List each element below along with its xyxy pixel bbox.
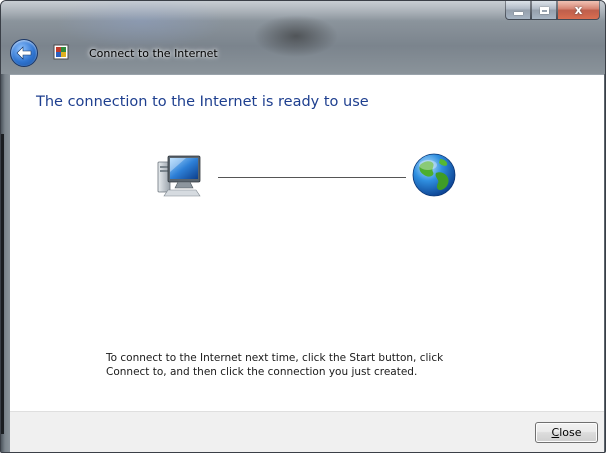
button-bar: Close — [10, 411, 604, 452]
network-wizard-icon — [53, 44, 69, 60]
computer-icon — [157, 155, 201, 197]
minimize-icon — [513, 11, 523, 15]
wizard-window: x Connect to the Internet The connection… — [0, 0, 606, 453]
wizard-content: The connection to the Internet is ready … — [10, 74, 604, 411]
window-controls: x — [505, 1, 600, 21]
title-bar[interactable]: x Connect to the Internet — [1, 1, 605, 74]
close-button[interactable]: Close — [535, 422, 598, 443]
minimize-button[interactable] — [505, 1, 531, 20]
globe-icon — [412, 153, 456, 197]
window-frame-left — [1, 74, 10, 452]
connection-line — [218, 177, 406, 178]
close-window-button[interactable]: x — [557, 1, 600, 20]
instructions-line-1: To connect to the Internet next time, cl… — [106, 352, 444, 364]
back-arrow-icon — [16, 46, 32, 60]
maximize-button[interactable] — [531, 1, 557, 20]
back-button[interactable] — [10, 39, 38, 67]
maximize-icon — [539, 6, 549, 14]
window-title: Connect to the Internet — [89, 47, 218, 60]
close-icon: x — [574, 3, 583, 17]
instructions-text: To connect to the Internet next time, cl… — [106, 351, 526, 379]
close-button-label: lose — [559, 426, 582, 439]
instructions-line-2: Connect to, and then click the connectio… — [106, 366, 418, 378]
page-heading: The connection to the Internet is ready … — [36, 94, 369, 110]
